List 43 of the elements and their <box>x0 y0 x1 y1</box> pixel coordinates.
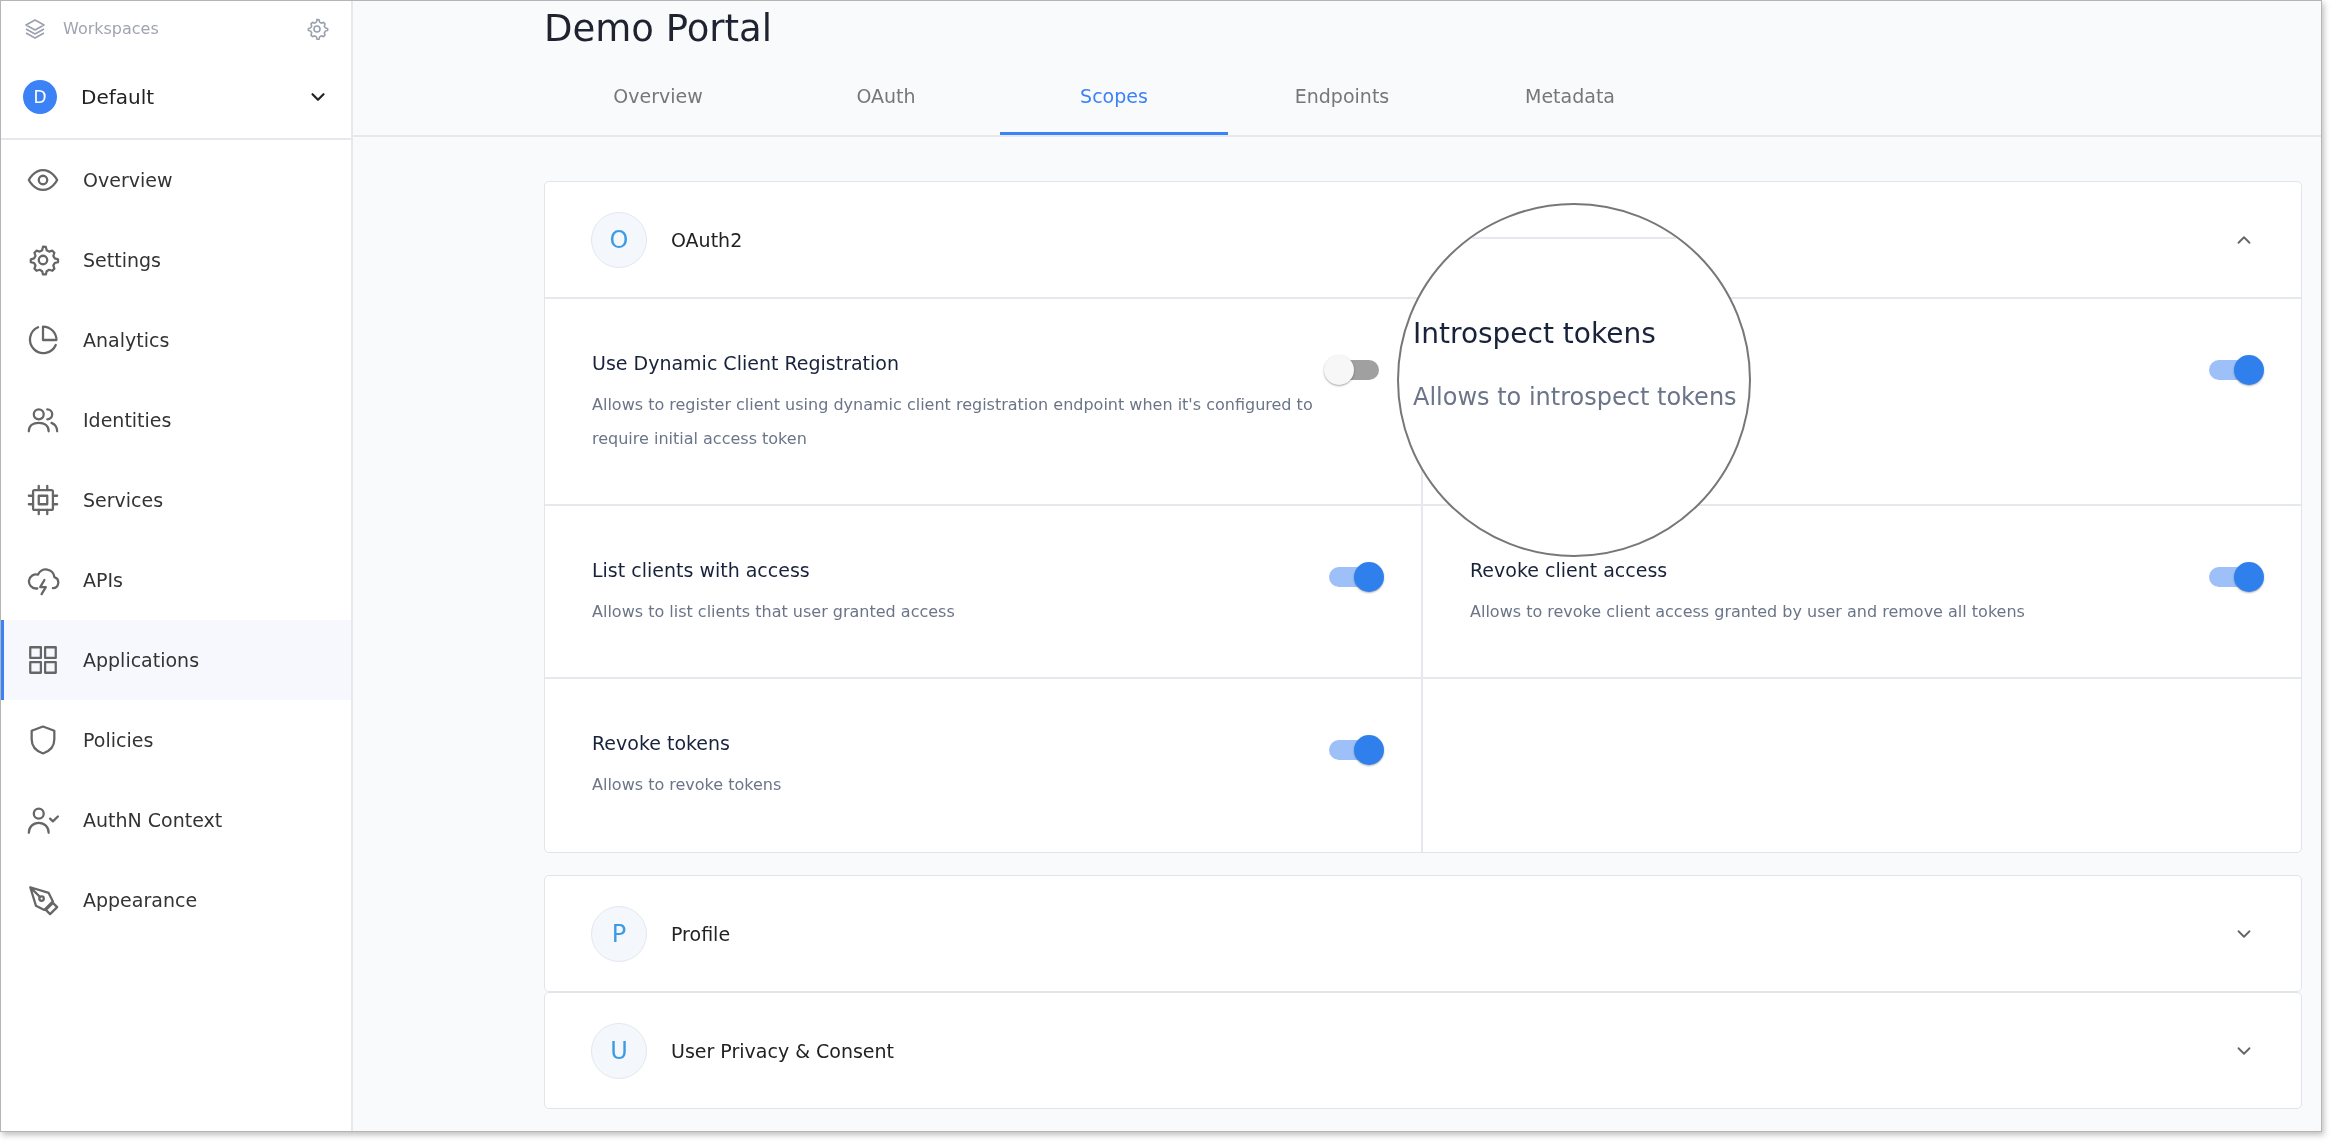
page-title: Demo Portal <box>544 6 773 52</box>
workspaces-label: Workspaces <box>63 19 160 38</box>
section-title: OAuth2 <box>671 228 744 251</box>
scope-title: Revoke tokens <box>592 732 731 754</box>
scope-description: Allows to revoke client access granted by user and remove all tokens <box>1470 601 2026 623</box>
scope-title: Use Dynamic Client Registration <box>592 352 900 374</box>
settings-icon[interactable] <box>305 16 329 41</box>
magnified-scope-title: Introspect tokens <box>1413 317 1656 350</box>
sidebar-item[interactable]: Policies <box>1 700 351 780</box>
sidebar-item[interactable]: Analytics <box>1 300 351 380</box>
workspace-avatar: D <box>23 80 57 114</box>
scope-description: Allows to revoke tokens <box>592 774 783 796</box>
magnified-scope-description: Allows to introspect tokens <box>1413 383 1737 411</box>
tab[interactable]: OAuth <box>772 61 1000 135</box>
pen-nib-icon <box>26 883 60 917</box>
section-avatar: U <box>591 1022 647 1079</box>
chip-icon <box>26 483 60 517</box>
scope-description: Allows to register client using dynamic client registration endpoint when it's configured to require initial access token <box>592 394 1313 450</box>
pie-chart-icon <box>26 323 60 357</box>
sidebar-item[interactable]: Identities <box>1 380 351 460</box>
grid-icon <box>26 643 60 677</box>
sidebar-item[interactable]: Overview <box>1 140 351 220</box>
sidebar-item[interactable]: Appearance <box>1 860 351 940</box>
sidebar-item[interactable]: APIs <box>1 540 351 620</box>
sidebar-item[interactable]: Applications <box>1 620 351 700</box>
tab[interactable]: Scopes <box>1000 61 1228 135</box>
section-title: Profile <box>671 922 732 945</box>
layers-icon <box>23 16 47 41</box>
workspace-selector[interactable]: D Default <box>1 56 351 140</box>
section-header[interactable]: U User Privacy & Consent <box>545 993 2301 1108</box>
sidebar-item[interactable]: AuthN Context <box>1 780 351 860</box>
scope-description: Allows to list clients that user granted access <box>592 601 956 623</box>
section-avatar: P <box>591 905 647 962</box>
tab[interactable]: Overview <box>544 61 772 135</box>
scope-title: List clients with access <box>592 559 811 581</box>
section-header[interactable]: P Profile <box>545 876 2301 991</box>
sidebar-item[interactable]: Services <box>1 460 351 540</box>
tab[interactable]: Endpoints <box>1228 61 1456 135</box>
section-avatar: O <box>591 211 647 268</box>
scope-title: Revoke client access <box>1470 559 1669 581</box>
sidebar-item[interactable]: Settings <box>1 220 351 300</box>
section-title: User Privacy & Consent <box>671 1039 896 1062</box>
tab[interactable]: Metadata <box>1456 61 1684 135</box>
